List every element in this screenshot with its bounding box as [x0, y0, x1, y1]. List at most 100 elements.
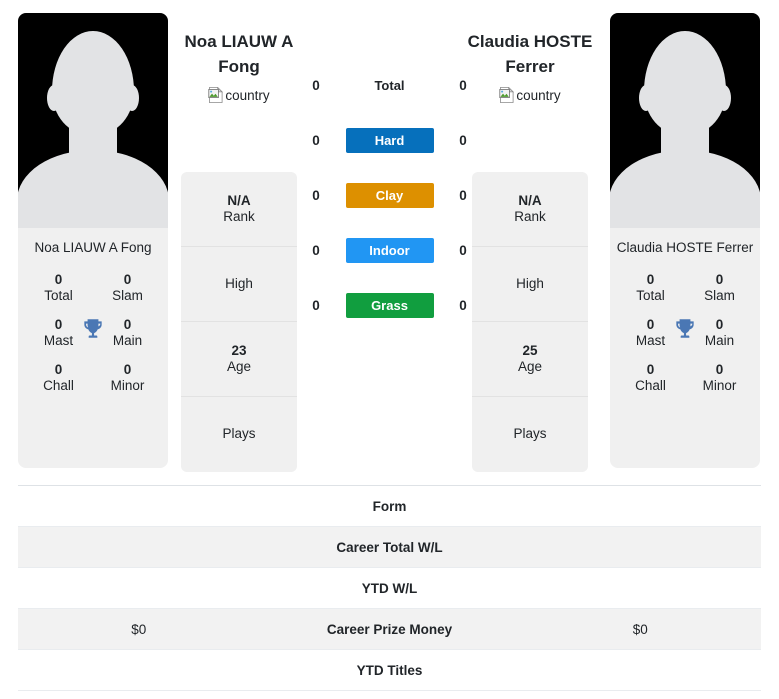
title-count-total-right: 0 Total	[616, 272, 685, 303]
player-photo-caption-left: Noa LIAUW A Fong	[34, 240, 152, 255]
info-row-age-left: 23 Age	[181, 322, 297, 397]
plays-label: Plays	[222, 426, 256, 442]
surface-left-count: 0	[312, 133, 320, 148]
stat-label: Career Prize Money	[326, 621, 453, 637]
player-photo-card-left: Noa LIAUW A Fong 0 Total 0 Slam 0 Mast 0…	[18, 13, 168, 468]
title-value: 0	[123, 362, 132, 378]
info-row-rank-right: N/A Rank	[472, 172, 588, 247]
high-label: High	[225, 275, 253, 291]
surface-left-count: 0	[312, 78, 320, 93]
player-flag-row-right: country	[457, 86, 603, 104]
title-label: Total	[636, 287, 665, 303]
title-value: 0	[715, 362, 724, 378]
table-row: YTD W/L	[18, 568, 761, 609]
table-row: Career Total W/L	[18, 527, 761, 568]
surface-row-grass: 0 Grass 0	[303, 278, 476, 333]
surface-row-clay: 0 Clay 0	[303, 168, 476, 223]
surface-badge-grass[interactable]: Grass	[345, 293, 434, 318]
title-label: Slam	[112, 287, 143, 303]
stat-label: YTD Titles	[356, 662, 423, 678]
player-photo-card-right: Claudia HOSTE Ferrer 0 Total 0 Slam 0 Ma…	[610, 13, 760, 468]
rank-value: N/A	[227, 192, 251, 208]
surface-badge-indoor[interactable]: Indoor	[345, 238, 434, 263]
silhouette-body-icon	[610, 150, 760, 228]
title-label: Chall	[635, 377, 666, 393]
title-label: Slam	[704, 287, 735, 303]
title-label: Total	[44, 287, 73, 303]
title-label: Chall	[43, 377, 74, 393]
player-name-left[interactable]: Noa LIAUW A Fong	[166, 30, 312, 79]
stats-comparison-table: Form Career Total W/L YTD W/L $0 Career …	[18, 485, 761, 691]
player-flag-alt-right: country	[516, 87, 561, 103]
title-count-minor-right: 0 Minor	[685, 362, 754, 393]
player-name-block-right: Claudia HOSTE Ferrer country	[457, 30, 603, 104]
player-flag-alt-left: country	[225, 87, 270, 103]
player-avatar-left	[18, 13, 168, 228]
broken-image-icon	[208, 86, 224, 104]
surface-left-count: 0	[312, 188, 320, 203]
rank-label: Rank	[223, 209, 255, 224]
surface-left-count: 0	[312, 298, 320, 313]
surface-titles-column: 0 Total 0 0 Hard 0 0 Clay 0 0 Indoor 0 0…	[303, 58, 476, 333]
silhouette-body-icon	[18, 150, 168, 228]
surface-row-indoor: 0 Indoor 0	[303, 223, 476, 278]
surface-row-total: 0 Total 0	[303, 58, 476, 113]
surface-badge-hard[interactable]: Hard	[345, 128, 434, 153]
info-row-plays-right: Plays	[472, 397, 588, 472]
silhouette-ear-right-icon	[717, 85, 731, 111]
title-label: Minor	[110, 377, 145, 393]
player-avatar-right	[610, 13, 760, 228]
stat-value-left: $0	[131, 621, 147, 637]
title-value: 0	[54, 272, 63, 288]
high-label: High	[516, 275, 544, 291]
title-value: 0	[715, 272, 724, 288]
title-count-chall-right: 0 Chall	[616, 362, 685, 393]
age-label: Age	[226, 359, 252, 374]
player-flag-row-left: country	[166, 86, 312, 104]
silhouette-ear-left-icon	[47, 85, 61, 111]
trophy-icon	[84, 319, 102, 338]
info-row-high-right: High	[472, 247, 588, 322]
title-value: 0	[54, 362, 63, 378]
surface-left-count: 0	[312, 243, 320, 258]
trophy-icon	[676, 319, 694, 338]
title-value: 0	[646, 272, 655, 288]
age-value: 23	[231, 342, 247, 358]
silhouette-head-icon	[52, 31, 134, 135]
table-row: YTD Titles	[18, 650, 761, 691]
info-row-age-right: 25 Age	[472, 322, 588, 397]
title-value: 0	[123, 272, 132, 288]
titles-grid-right: 0 Total 0 Slam 0 Mast 0 Main 0 Chall 0 M…	[610, 272, 760, 393]
info-row-rank-left: N/A Rank	[181, 172, 297, 247]
title-label: Minor	[702, 377, 737, 393]
info-row-high-left: High	[181, 247, 297, 322]
table-row: $0 Career Prize Money $0	[18, 609, 761, 650]
title-count-total-left: 0 Total	[24, 272, 93, 303]
info-row-plays-left: Plays	[181, 397, 297, 472]
title-value: 0	[646, 362, 655, 378]
title-count-chall-left: 0 Chall	[24, 362, 93, 393]
age-label: Age	[517, 359, 543, 374]
player-photo-caption-right: Claudia HOSTE Ferrer	[616, 240, 754, 255]
surface-row-hard: 0 Hard 0	[303, 113, 476, 168]
silhouette-ear-left-icon	[639, 85, 653, 111]
player-info-card-right: N/A Rank High 25 Age Plays	[472, 172, 588, 472]
stat-value-right: $0	[632, 621, 648, 637]
title-count-slam-left: 0 Slam	[93, 272, 162, 303]
table-row: Form	[18, 486, 761, 527]
surface-right-count: 0	[459, 133, 467, 148]
surface-badge-clay[interactable]: Clay	[345, 183, 434, 208]
broken-image-icon	[499, 86, 515, 104]
stat-label: Career Total W/L	[336, 539, 443, 555]
player-info-card-left: N/A Rank High 23 Age Plays	[181, 172, 297, 472]
player-comparison-panel: Noa LIAUW A Fong 0 Total 0 Slam 0 Mast 0…	[0, 0, 779, 481]
title-count-minor-left: 0 Minor	[93, 362, 162, 393]
titles-grid-left: 0 Total 0 Slam 0 Mast 0 Main 0 Chall 0 M…	[18, 272, 168, 393]
surface-badge-total[interactable]: Total	[346, 73, 434, 98]
rank-value: N/A	[518, 192, 542, 208]
plays-label: Plays	[513, 426, 547, 442]
player-name-right[interactable]: Claudia HOSTE Ferrer	[457, 30, 603, 79]
title-count-slam-right: 0 Slam	[685, 272, 754, 303]
player-name-block-left: Noa LIAUW A Fong country	[166, 30, 312, 104]
age-value: 25	[522, 342, 538, 358]
